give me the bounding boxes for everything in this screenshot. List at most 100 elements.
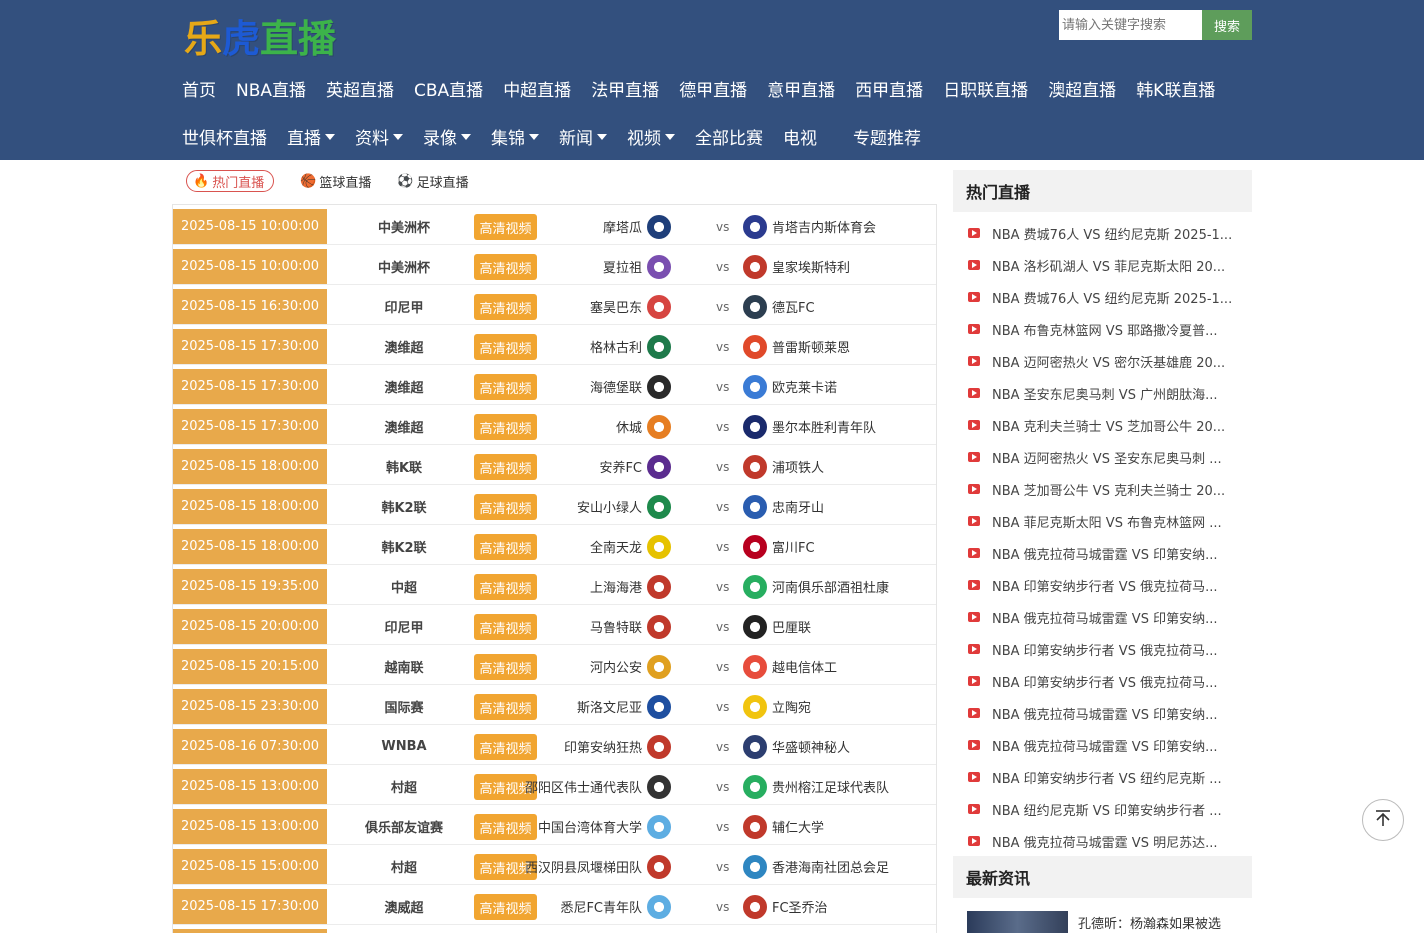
match-row[interactable]: 2025-08-15 16:30:00 印尼甲 高清视频 塞昊巴东 vs 德瓦FC <box>173 285 936 325</box>
hd-video-button[interactable]: 高清视频 <box>474 694 537 720</box>
hd-video-button[interactable]: 高清视频 <box>474 374 537 400</box>
nav-link[interactable]: CBA直播 <box>414 76 483 101</box>
match-league[interactable]: 澳维超 <box>329 329 479 364</box>
tab-soccer-ball[interactable]: ⚽ 足球直播 <box>397 170 468 192</box>
match-league[interactable]: 印尼甲 <box>329 289 479 324</box>
home-team[interactable]: 上海海港 <box>590 569 671 604</box>
hd-video-button[interactable]: 高清视频 <box>474 334 537 360</box>
match-row[interactable]: 2025-08-15 10:00:00 中美洲杯 高清视频 摩塔瓜 vs 肯塔吉内斯体育会 <box>173 205 936 245</box>
home-team[interactable]: 安养FC <box>599 449 671 484</box>
match-league[interactable]: 村超 <box>329 769 479 804</box>
tab-basketball[interactable]: 🏀 篮球直播 <box>300 170 371 192</box>
hot-live-item[interactable]: NBA 克利夫兰骑士 VS 芝加哥公牛 20... <box>953 409 1252 441</box>
home-team[interactable]: 夏拉祖 <box>603 249 671 284</box>
hd-video-button[interactable]: 高清视频 <box>474 574 537 600</box>
search-button[interactable]: 搜索 <box>1202 10 1252 40</box>
match-row[interactable]: 2025-08-15 18:00:00 韩K联 高清视频 安养FC vs 浦项铁人 <box>173 445 936 485</box>
match-league[interactable]: 韩K2联 <box>329 529 479 564</box>
hot-live-item[interactable]: NBA 芝加哥公牛 VS 克利夫兰骑士 20... <box>953 473 1252 505</box>
away-team[interactable]: 忠南牙山 <box>743 489 824 524</box>
match-league[interactable]: 韩K联 <box>329 449 479 484</box>
match-league[interactable]: WNBA <box>329 729 479 764</box>
away-team[interactable]: 肯塔吉内斯体育会 <box>743 209 876 244</box>
match-row[interactable]: 2025-08-16 07:30:00 WNBA 高清视频 印第安纳狂热 vs 华盛顿神秘… <box>173 725 936 765</box>
nav-dropdown[interactable]: 视频 <box>627 124 675 149</box>
match-row[interactable]: 2025-08-15 19:35:00 中超 高清视频 上海海港 vs 河南俱乐部酒祖杜康 <box>173 565 936 605</box>
news-thumbnail[interactable] <box>967 911 1068 933</box>
nav-dropdown[interactable]: 直播 <box>287 124 335 149</box>
match-row[interactable]: 2025-08-15 18:00:00 韩K2联 高清视频 全南天龙 vs 富川FC <box>173 525 936 565</box>
hot-live-item[interactable]: NBA 费城76人 VS 纽约尼克斯 2025-1... <box>953 281 1252 313</box>
match-row[interactable]: 2025-08-15 23:30:00 国际赛 高清视频 斯洛文尼亚 vs 立陶宛 <box>173 685 936 725</box>
home-team[interactable]: 斯洛文尼亚 <box>577 689 671 724</box>
nav-link[interactable]: 专题推荐 <box>853 124 921 149</box>
away-team[interactable]: 立陶宛 <box>743 689 811 724</box>
away-team[interactable]: 河南俱乐部酒祖杜康 <box>743 569 889 604</box>
match-row[interactable]: 2025-08-15 15:00:00 村超 高清视频 西汉阴县凤堰梯田队 vs 香港海南… <box>173 845 936 885</box>
away-team[interactable]: 普雷斯顿莱恩 <box>743 329 850 364</box>
nav-link[interactable]: 德甲直播 <box>679 76 747 101</box>
back-to-top-button[interactable] <box>1362 799 1404 841</box>
hot-live-item[interactable]: NBA 俄克拉荷马城雷霆 VS 印第安纳... <box>953 537 1252 569</box>
away-team[interactable]: 香港海南社团总会足 <box>743 849 889 884</box>
home-team[interactable]: 马鲁特联 <box>590 609 671 644</box>
home-team[interactable]: 塞昊巴东 <box>590 289 671 324</box>
nav-dropdown[interactable]: 新闻 <box>559 124 607 149</box>
hot-live-item[interactable]: NBA 俄克拉荷马城雷霆 VS 印第安纳... <box>953 697 1252 729</box>
away-team[interactable]: FC圣乔治 <box>743 889 828 924</box>
hot-live-item[interactable]: NBA 菲尼克斯太阳 VS 布鲁克林篮网 ... <box>953 505 1252 537</box>
hd-video-button[interactable]: 高清视频 <box>474 254 537 280</box>
match-league[interactable]: 澳威超 <box>329 889 479 924</box>
match-row[interactable]: 2025-08-15 17:30:00 澳维超 高清视频 格林古利 vs 普雷斯顿莱恩 <box>173 325 936 365</box>
search-input[interactable] <box>1059 10 1202 40</box>
match-row[interactable]: 2025-08-15 13:00:00 俱乐部友谊赛 高清视频 中国台湾体育大学 vs 辅… <box>173 805 936 845</box>
away-team[interactable]: 富川FC <box>743 529 815 564</box>
hd-video-button[interactable]: 高清视频 <box>474 414 537 440</box>
hd-video-button[interactable]: 高清视频 <box>474 734 537 760</box>
home-team[interactable]: 摩塔瓜 <box>603 209 671 244</box>
hd-video-button[interactable]: 高清视频 <box>474 494 537 520</box>
hot-live-item[interactable]: NBA 洛杉矶湖人 VS 菲尼克斯太阳 20... <box>953 249 1252 281</box>
away-team[interactable]: 巴厘联 <box>743 609 811 644</box>
hot-live-item[interactable]: NBA 印第安纳步行者 VS 纽约尼克斯 ... <box>953 761 1252 793</box>
match-row[interactable]: 2025-08-15 20:00:00 印尼甲 高清视频 马鲁特联 vs 巴厘联 <box>173 605 936 645</box>
hd-video-button[interactable]: 高清视频 <box>474 214 537 240</box>
hd-video-button[interactable]: 高清视频 <box>474 654 537 680</box>
match-league[interactable]: 中美洲杯 <box>329 209 479 244</box>
home-team[interactable]: 悉尼FC青年队 <box>560 889 671 924</box>
hot-live-item[interactable]: NBA 圣安东尼奥马刺 VS 广州朗肽海... <box>953 377 1252 409</box>
match-league[interactable]: 韩K2联 <box>329 489 479 524</box>
hot-live-item[interactable]: NBA 俄克拉荷马城雷霆 VS 印第安纳... <box>953 601 1252 633</box>
home-team[interactable]: 休城 <box>616 409 671 444</box>
tab-fire[interactable]: 🔥 热门直播 <box>186 170 275 192</box>
nav-link[interactable]: 意甲直播 <box>767 76 835 101</box>
hot-live-item[interactable]: NBA 布鲁克林篮网 VS 耶路撒冷夏普... <box>953 313 1252 345</box>
nav-link[interactable]: 电视 <box>783 124 817 149</box>
site-logo[interactable]: 乐虎直播 <box>184 12 336 61</box>
match-league[interactable]: 澳维超 <box>329 409 479 444</box>
home-team[interactable]: 河内公安 <box>590 649 671 684</box>
match-row[interactable]: 2025-08-15 13:00:00 村超 高清视频 邵阳区伟士通代表队 vs 贵州榕江… <box>173 765 936 805</box>
nav-dropdown[interactable]: 资料 <box>355 124 403 149</box>
hot-live-item[interactable]: NBA 俄克拉荷马城雷霆 VS 明尼苏达... <box>953 825 1252 857</box>
nav-link[interactable]: 首页 <box>182 76 216 101</box>
away-team[interactable]: 皇家埃斯特利 <box>743 249 850 284</box>
match-league[interactable]: 印尼甲 <box>329 609 479 644</box>
hot-live-item[interactable]: NBA 纽约尼克斯 VS 印第安纳步行者 ... <box>953 793 1252 825</box>
nav-link[interactable]: 中超直播 <box>503 76 571 101</box>
hd-video-button[interactable]: 高清视频 <box>474 814 537 840</box>
home-team[interactable]: 邵阳区伟士通代表队 <box>525 769 671 804</box>
nav-link[interactable]: 世俱杯直播 <box>182 124 267 149</box>
hot-live-item[interactable]: NBA 印第安纳步行者 VS 俄克拉荷马... <box>953 665 1252 697</box>
away-team[interactable]: 欧克莱卡诺 <box>743 369 837 404</box>
nav-dropdown[interactable]: 录像 <box>423 124 471 149</box>
hot-live-item[interactable]: NBA 印第安纳步行者 VS 俄克拉荷马... <box>953 633 1252 665</box>
nav-link[interactable]: 西甲直播 <box>855 76 923 101</box>
match-row[interactable]: 2025-08-15 17:30:00 澳威超 高清视频 悉尼FC青年队 vs FC圣乔治 <box>173 885 936 925</box>
hd-video-button[interactable]: 高清视频 <box>474 614 537 640</box>
match-row[interactable]: 2025-08-15 20:15:00 越南联 高清视频 河内公安 vs 越电信体工 <box>173 645 936 685</box>
match-row[interactable]: 2025-08-15 17:30:00 澳维超 高清视频 休城 vs 墨尔本胜利青年队 <box>173 405 936 445</box>
match-league[interactable]: 国际赛 <box>329 689 479 724</box>
match-row[interactable]: 2025-08-15 18:00:00 韩K2联 高清视频 安山小绿人 vs 忠南牙山 <box>173 485 936 525</box>
hot-live-item[interactable]: NBA 俄克拉荷马城雷霆 VS 印第安纳... <box>953 729 1252 761</box>
